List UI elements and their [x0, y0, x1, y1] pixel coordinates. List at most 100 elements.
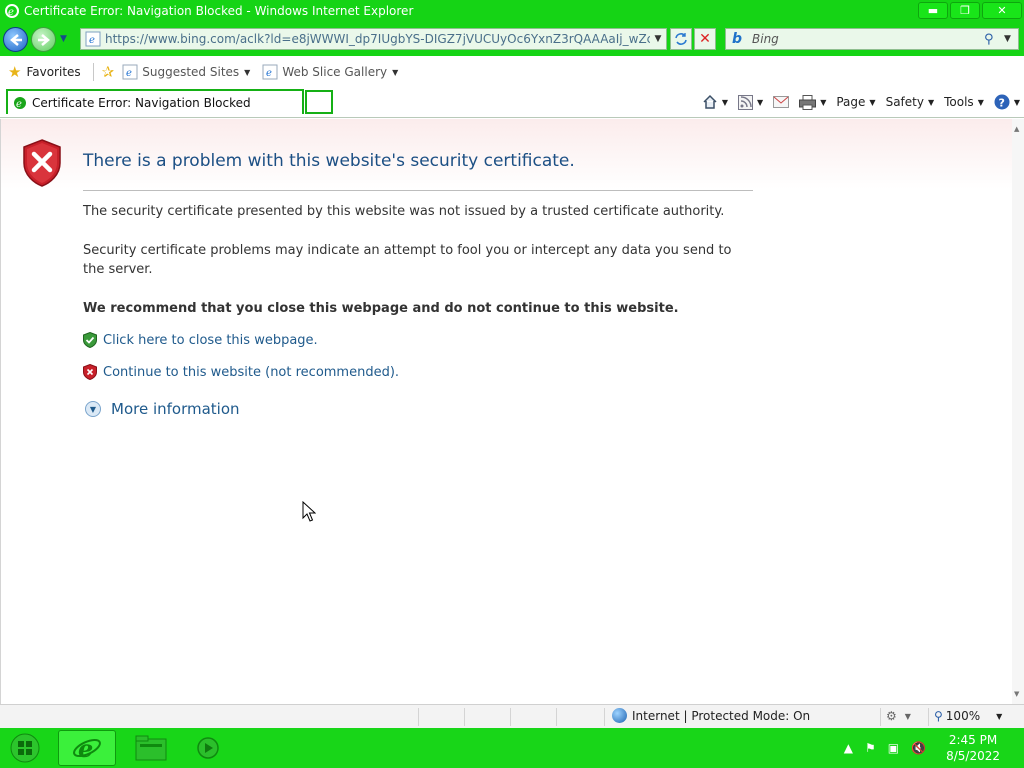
unsafe-shield-icon — [83, 364, 97, 380]
flag-icon[interactable]: ⚑ — [865, 741, 876, 755]
chevron-down-icon[interactable]: ▼ — [820, 98, 826, 107]
web-slice-gallery-link[interactable]: e Web Slice Gallery ▼ — [262, 64, 398, 80]
chevron-down-icon: ▼ — [869, 97, 876, 107]
svg-text:e: e — [89, 35, 95, 46]
ie-logo-icon: e — [5, 4, 19, 18]
expand-icon[interactable]: ▼ — [85, 401, 101, 417]
divider — [556, 708, 557, 726]
svg-text:e: e — [16, 99, 22, 110]
chevron-down-icon: ▼ — [996, 711, 1003, 721]
address-dropdown[interactable]: ▼ — [650, 34, 666, 44]
addons-icon: ⚙ — [886, 709, 897, 723]
navigation-bar: ▼ e https://www.bing.com/aclk?ld=e8jWWWI… — [0, 22, 1024, 56]
command-bar: ▼ ▼ ▼ Page ▼ Safety ▼ Tools ▼ ? ▼ — [692, 91, 1020, 113]
zoom-control[interactable]: ⚲ 100% ▼ — [934, 709, 1002, 723]
close-window-button[interactable]: ✕ — [982, 2, 1022, 19]
mouse-cursor-icon — [302, 501, 316, 522]
warning-text: Security certificate problems may indica… — [83, 243, 732, 277]
globe-icon — [612, 708, 627, 723]
divider — [464, 708, 465, 726]
minimize-button[interactable]: ▬ — [918, 2, 948, 19]
recent-pages-dropdown[interactable]: ▼ — [60, 34, 67, 44]
page-menu[interactable]: Page ▼ — [836, 95, 875, 109]
divider — [418, 708, 419, 726]
media-player-icon — [197, 737, 219, 759]
svg-text:e: e — [78, 734, 93, 763]
tab-certificate-error[interactable]: e Certificate Error: Navigation Blocked — [6, 89, 304, 114]
chevron-down-icon: ▼ — [1013, 97, 1020, 107]
ie-logo-icon: e — [14, 96, 26, 110]
refresh-button[interactable] — [670, 28, 692, 50]
divider — [928, 708, 929, 726]
print-button[interactable]: ▼ — [799, 94, 826, 110]
add-favorites-icon[interactable]: ✰ — [102, 63, 115, 81]
chevron-down-icon[interactable]: ▼ — [757, 98, 763, 107]
feeds-icon — [738, 94, 754, 110]
taskbar-windows-explorer[interactable] — [124, 730, 178, 766]
security-zone[interactable]: Internet | Protected Mode: On — [612, 708, 810, 723]
help-button[interactable]: ? ▼ — [994, 94, 1020, 110]
divider — [880, 708, 881, 726]
home-icon — [703, 94, 717, 109]
system-tray: ▲ ⚑ ▣ 🔇 2:45 PM 8/5/2022 — [838, 728, 1024, 768]
ie-logo-icon: e — [85, 31, 101, 47]
favorites-button[interactable]: ★ Favorites — [8, 63, 81, 81]
chevron-down-icon[interactable]: ▼ — [722, 98, 728, 107]
print-icon — [799, 94, 817, 110]
scroll-up-icon[interactable]: ▲ — [1014, 125, 1019, 133]
volume-muted-icon[interactable]: 🔇 — [911, 741, 926, 755]
search-box[interactable]: b Bing ⚲ ▼ — [725, 28, 1019, 50]
vertical-scrollbar[interactable]: ▲ ▼ — [1012, 119, 1024, 704]
status-bar: Internet | Protected Mode: On ⚙ ▼ ⚲ 100% … — [0, 704, 1024, 728]
svg-text:e: e — [8, 7, 14, 18]
clock[interactable]: 2:45 PM 8/5/2022 — [946, 732, 1000, 764]
safety-menu[interactable]: Safety ▼ — [886, 95, 935, 109]
back-button[interactable] — [3, 27, 28, 52]
continue-option[interactable]: Continue to this website (not recommende… — [83, 364, 399, 380]
tab-row: e Certificate Error: Navigation Blocked … — [0, 88, 1024, 118]
chevron-down-icon: ▼ — [977, 97, 984, 107]
favorites-star-icon: ★ — [8, 63, 22, 81]
manage-addons-button[interactable]: ⚙ ▼ — [886, 709, 911, 723]
security-zone-label: Internet | Protected Mode: On — [632, 708, 811, 723]
address-bar[interactable]: e https://www.bing.com/aclk?ld=e8jWWWI_d… — [80, 28, 667, 50]
taskbar-media-player[interactable] — [184, 730, 232, 766]
restore-button[interactable]: ❐ — [950, 2, 980, 19]
chevron-down-icon: ▼ — [927, 97, 935, 107]
show-hidden-icons-icon[interactable]: ▲ — [844, 741, 853, 755]
explorer-folder-icon — [135, 735, 167, 761]
continue-link[interactable]: Continue to this website (not recommende… — [103, 365, 399, 380]
zoom-icon: ⚲ — [934, 709, 943, 723]
more-information-link[interactable]: More information — [111, 400, 240, 418]
search-options-dropdown[interactable]: ▼ — [1004, 34, 1018, 44]
feeds-button[interactable]: ▼ — [738, 94, 763, 110]
svg-text:e: e — [266, 68, 272, 79]
page-menu-label: Page — [836, 95, 866, 109]
suggested-sites-link[interactable]: e Suggested Sites ▼ — [122, 64, 250, 80]
new-tab-button[interactable] — [305, 90, 333, 114]
tools-menu-label: Tools — [944, 95, 974, 109]
close-webpage-link[interactable]: Click here to close this webpage. — [103, 333, 318, 348]
divider — [604, 708, 605, 726]
safe-shield-icon — [83, 332, 97, 348]
close-webpage-option[interactable]: Click here to close this webpage. — [83, 332, 318, 348]
search-input[interactable]: Bing — [752, 32, 984, 46]
start-orb-icon — [10, 733, 40, 763]
search-icon[interactable]: ⚲ — [984, 32, 1004, 47]
home-button[interactable]: ▼ — [702, 94, 728, 110]
forward-button[interactable] — [31, 27, 56, 52]
read-mail-button[interactable] — [773, 96, 790, 108]
divider — [510, 708, 511, 726]
taskbar-internet-explorer[interactable]: e — [58, 730, 116, 766]
more-information-toggle[interactable]: ▼ More information — [85, 400, 240, 418]
error-shield-icon — [23, 139, 61, 187]
url-text[interactable]: https://www.bing.com/aclk?ld=e8jWWWI_dp7… — [105, 32, 650, 46]
scroll-down-icon[interactable]: ▼ — [1014, 690, 1019, 698]
tools-menu[interactable]: Tools ▼ — [944, 95, 984, 109]
network-icon[interactable]: ▣ — [888, 741, 899, 755]
suggested-sites-label: Suggested Sites — [142, 65, 240, 79]
start-button[interactable] — [8, 732, 42, 764]
stop-button[interactable]: ✕ — [694, 28, 716, 50]
window-title: Certificate Error: Navigation Blocked - … — [24, 4, 414, 18]
taskbar: e ▲ ⚑ ▣ 🔇 2:45 PM 8/5/2022 — [0, 728, 1024, 768]
